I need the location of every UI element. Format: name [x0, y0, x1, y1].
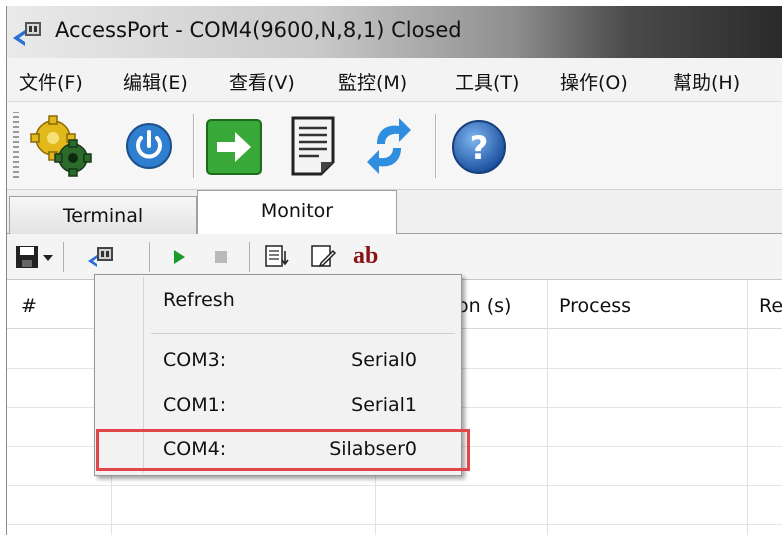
menu-tools[interactable]: 工具(T): [455, 68, 519, 95]
highlight-annotation-box: [96, 429, 470, 471]
help-icon[interactable]: ?: [447, 114, 511, 178]
menu-edit[interactable]: 编辑(E): [123, 68, 188, 95]
main-toolbar: ?: [7, 102, 782, 190]
toolbar-grip[interactable]: [13, 112, 19, 178]
menu-item-label: Refresh: [163, 289, 235, 311]
tab-terminal[interactable]: Terminal: [9, 196, 197, 236]
port-name: COM3:: [163, 349, 227, 371]
power-icon[interactable]: [117, 114, 181, 178]
column-header-duration[interactable]: on (s): [457, 295, 511, 317]
ab-format-button[interactable]: ab: [353, 243, 378, 270]
capture-icon[interactable]: [263, 243, 291, 271]
port-name: COM1:: [163, 394, 227, 416]
title-bar[interactable]: AccessPort - COM4(9600,N,8,1) Closed: [7, 6, 782, 58]
save-icon[interactable]: [13, 243, 41, 271]
dropdown-arrow-icon[interactable]: [39, 243, 57, 271]
table-row: [7, 485, 782, 486]
svg-text:?: ?: [470, 129, 489, 167]
port-device: Serial0: [351, 349, 417, 371]
tab-strip: Terminal Monitor: [7, 190, 782, 236]
refresh-arrows-icon[interactable]: [357, 114, 421, 178]
menu-item-refresh[interactable]: Refresh: [95, 281, 461, 321]
toolbar-separator: [149, 242, 150, 272]
app-icon: [13, 22, 41, 46]
window-title: AccessPort - COM4(9600,N,8,1) Closed: [55, 18, 462, 42]
edit-icon[interactable]: [309, 243, 337, 271]
toolbar-separator: [193, 114, 195, 178]
toolbar-separator: [435, 114, 437, 178]
menu-file[interactable]: 文件(F): [19, 68, 83, 95]
stop-icon[interactable]: [207, 243, 235, 271]
play-icon[interactable]: [165, 243, 193, 271]
table-row: [7, 524, 782, 525]
menu-operate[interactable]: 操作(O): [560, 68, 628, 95]
menu-item-port[interactable]: COM1: Serial1: [95, 386, 461, 426]
port-device: Serial1: [351, 394, 417, 416]
document-icon[interactable]: [283, 114, 347, 178]
column-header-request[interactable]: Re: [759, 295, 782, 317]
menu-bar: 文件(F) 编辑(E) 查看(V) 監控(M) 工具(T) 操作(O) 幫助(H…: [7, 58, 782, 102]
menu-item-port[interactable]: COM3: Serial0: [95, 341, 461, 381]
menu-help[interactable]: 幫助(H): [673, 68, 740, 95]
config-gear-icon[interactable]: [29, 114, 93, 178]
menu-monitor[interactable]: 監控(M): [338, 68, 407, 95]
toolbar-separator: [249, 242, 250, 272]
tab-monitor[interactable]: Monitor: [197, 190, 397, 235]
toolbar-separator: [63, 242, 64, 272]
menu-separator: [151, 333, 455, 334]
menu-view[interactable]: 查看(V): [229, 68, 295, 95]
port-select-icon[interactable]: [87, 243, 115, 271]
column-header-process[interactable]: Process: [559, 295, 631, 317]
connect-arrow-icon[interactable]: [203, 114, 267, 178]
column-header-index[interactable]: #: [21, 295, 37, 317]
